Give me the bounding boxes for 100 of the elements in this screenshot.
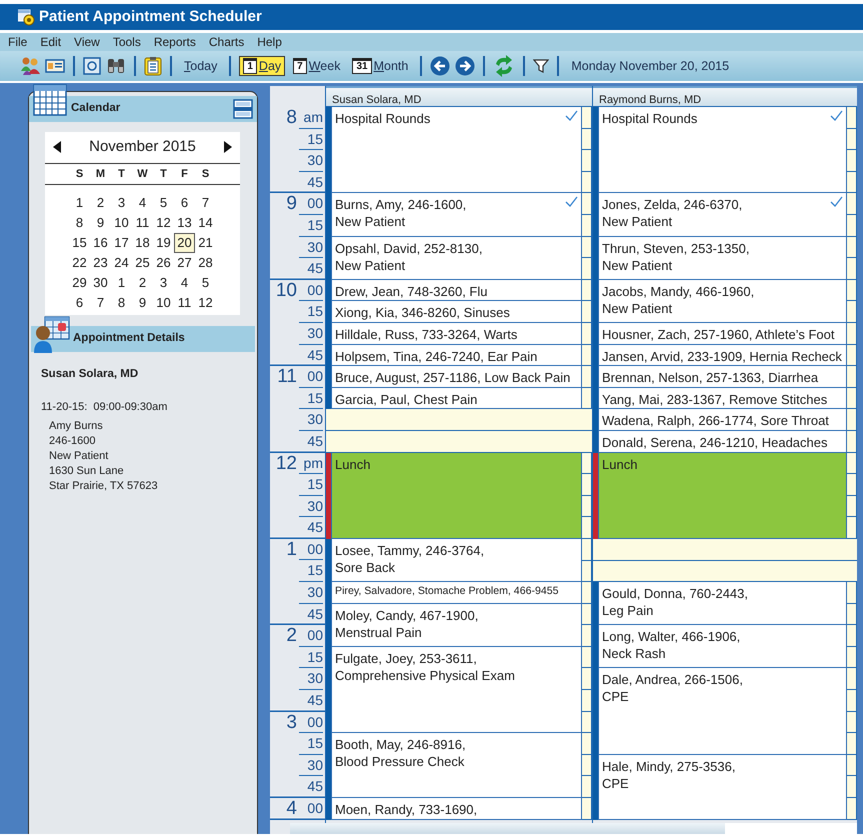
filter-icon[interactable] — [533, 58, 550, 74]
slot-strip[interactable] — [847, 625, 857, 668]
slot-strip[interactable] — [847, 344, 857, 366]
menu-item[interactable]: View — [68, 33, 107, 51]
view-button[interactable]: 1 Day — [239, 56, 286, 76]
appointment-block[interactable]: Donald, Serena, 246-1210, Headaches — [598, 430, 847, 453]
appointment-block[interactable]: Pirey, Salvadore, Stomache Problem, 466-9455 — [331, 582, 582, 604]
calendar-day[interactable]: 22 — [69, 252, 90, 272]
appointment-block[interactable]: Hilldale, Russ, 733-3264, Warts — [331, 322, 582, 345]
calendar-day[interactable]: 16 — [90, 232, 111, 252]
slot-strip[interactable] — [847, 409, 857, 431]
calendar-day[interactable]: 2 — [90, 192, 111, 212]
slot-strip[interactable] — [582, 798, 592, 820]
open-time-slots[interactable] — [593, 538, 857, 582]
appointment-block[interactable]: Losee, Tammy, 246-3764, Sore Back — [331, 538, 582, 582]
calendar-day[interactable]: 9 — [90, 212, 111, 232]
slot-strip[interactable] — [582, 193, 592, 237]
slot-strip[interactable] — [847, 193, 857, 237]
appointment-block[interactable]: Holpsem, Tina, 246-7240, Ear Pain — [331, 344, 582, 366]
calendar-day[interactable]: 7 — [90, 292, 111, 312]
appointment-block[interactable]: Jansen, Arvid, 233-1909, Hernia Recheck — [598, 344, 847, 366]
menu-item[interactable]: Charts — [202, 33, 252, 51]
next-month-icon[interactable] — [222, 141, 232, 154]
view-button[interactable]: 31 Month — [348, 56, 412, 76]
slot-strip[interactable] — [582, 344, 592, 366]
appointment-block[interactable]: Opsahl, David, 252-8130, New Patient — [331, 236, 582, 280]
menu-item[interactable]: Tools — [106, 33, 148, 51]
today-button[interactable]: Today — [180, 56, 222, 76]
slot-strip[interactable] — [582, 582, 592, 604]
appointment-block[interactable]: Moen, Randy, 733-1690, — [331, 798, 582, 820]
appointment-block[interactable]: Thrun, Steven, 253-1350, New Patient — [598, 236, 847, 280]
calendar-day[interactable]: 1 — [111, 272, 132, 292]
slot-strip[interactable] — [847, 452, 857, 539]
calendar-day[interactable]: 3 — [153, 272, 174, 292]
calendar-day[interactable]: 5 — [153, 192, 174, 212]
appointment-block[interactable]: Brennan, Nelson, 257-1363, Diarrhea — [598, 366, 847, 388]
calendar-day[interactable]: 10 — [153, 292, 174, 312]
calendar-day[interactable]: 15 — [69, 232, 90, 252]
slot-strip[interactable] — [582, 280, 592, 302]
slot-strip[interactable] — [847, 582, 857, 626]
calendar-day[interactable]: 11 — [132, 212, 153, 232]
calendar-day[interactable]: 28 — [195, 252, 216, 272]
circle-square-icon[interactable] — [83, 57, 101, 75]
appointment-block[interactable]: Moley, Candy, 467-1900, Menstrual Pain — [331, 604, 582, 647]
calendar-day[interactable]: 19 — [153, 232, 174, 252]
slot-strip[interactable] — [847, 107, 857, 194]
appointment-block[interactable]: Booth, May, 246-8916, Blood Pressure Check — [331, 733, 582, 798]
appointment-block[interactable]: Burns, Amy, 246-1600, New Patient — [331, 193, 582, 237]
slot-strip[interactable] — [582, 388, 592, 410]
calendar-day[interactable]: 8 — [111, 292, 132, 312]
previous-month-icon[interactable] — [53, 141, 62, 154]
calendar-day[interactable]: 7 — [195, 192, 216, 212]
calendar-day[interactable]: 20 — [174, 232, 195, 252]
appointment-block[interactable]: Fulgate, Joey, 253-3611, Comprehensive Physical Exam — [331, 646, 582, 734]
menu-item[interactable]: Edit — [34, 33, 68, 51]
calendar-day[interactable]: 9 — [132, 292, 153, 312]
slot-strip[interactable] — [582, 733, 592, 798]
appointment-block[interactable]: Dale, Andrea, 266-1506, CPE — [598, 668, 847, 755]
calendar-day[interactable]: 21 — [195, 232, 216, 252]
people-icon[interactable] — [20, 56, 40, 76]
slot-strip[interactable] — [582, 236, 592, 280]
open-time-slots[interactable] — [326, 409, 592, 453]
appointment-block[interactable]: Hospital Rounds — [598, 107, 847, 194]
lunch-block[interactable]: Lunch — [331, 452, 582, 539]
appointment-block[interactable]: Jacobs, Mandy, 466-1960, New Patient — [598, 280, 847, 323]
appointment-block[interactable]: Housner, Zach, 257-1960, Athlete’s Foot — [598, 322, 847, 345]
slot-strip[interactable] — [847, 430, 857, 453]
slot-strip[interactable] — [847, 322, 857, 345]
collapse-icon[interactable] — [233, 99, 253, 119]
slot-strip[interactable] — [582, 366, 592, 388]
calendar-day[interactable]: 4 — [132, 192, 153, 212]
slot-strip[interactable] — [582, 604, 592, 647]
appointment-block[interactable]: Yang, Mai, 283-1367, Remove Stitches — [598, 388, 847, 410]
calendar-day[interactable]: 29 — [69, 272, 90, 292]
slot-strip[interactable] — [582, 301, 592, 323]
appointment-block[interactable]: Hale, Mindy, 275-3536, CPE — [598, 754, 847, 820]
calendar-day[interactable]: 8 — [69, 212, 90, 232]
calendar-day[interactable]: 5 — [195, 272, 216, 292]
calendar-day[interactable]: 25 — [132, 252, 153, 272]
slot-strip[interactable] — [582, 538, 592, 582]
calendar-day[interactable]: 27 — [174, 252, 195, 272]
appointment-block[interactable]: Hospital Rounds — [331, 107, 582, 194]
calendar-day[interactable]: 6 — [174, 192, 195, 212]
calendar-day[interactable]: 23 — [90, 252, 111, 272]
calendar-day[interactable]: 2 — [132, 272, 153, 292]
calendar-day[interactable]: 4 — [174, 272, 195, 292]
slot-strip[interactable] — [582, 322, 592, 345]
clipboard-icon[interactable] — [144, 56, 162, 76]
calendar-day[interactable]: 30 — [90, 272, 111, 292]
calendar-day[interactable]: 13 — [174, 212, 195, 232]
id-card-icon[interactable] — [45, 58, 65, 74]
calendar-day[interactable]: 1 — [69, 192, 90, 212]
slot-strip[interactable] — [582, 646, 592, 734]
menu-item[interactable]: File — [2, 33, 34, 51]
slot-strip[interactable] — [847, 388, 857, 410]
calendar-day[interactable]: 17 — [111, 232, 132, 252]
view-button[interactable]: 7 Week — [289, 56, 344, 76]
appointment-block[interactable]: Jones, Zelda, 246-6370, New Patient — [598, 193, 847, 237]
slot-strip[interactable] — [847, 236, 857, 280]
lunch-block[interactable]: Lunch — [598, 452, 847, 539]
